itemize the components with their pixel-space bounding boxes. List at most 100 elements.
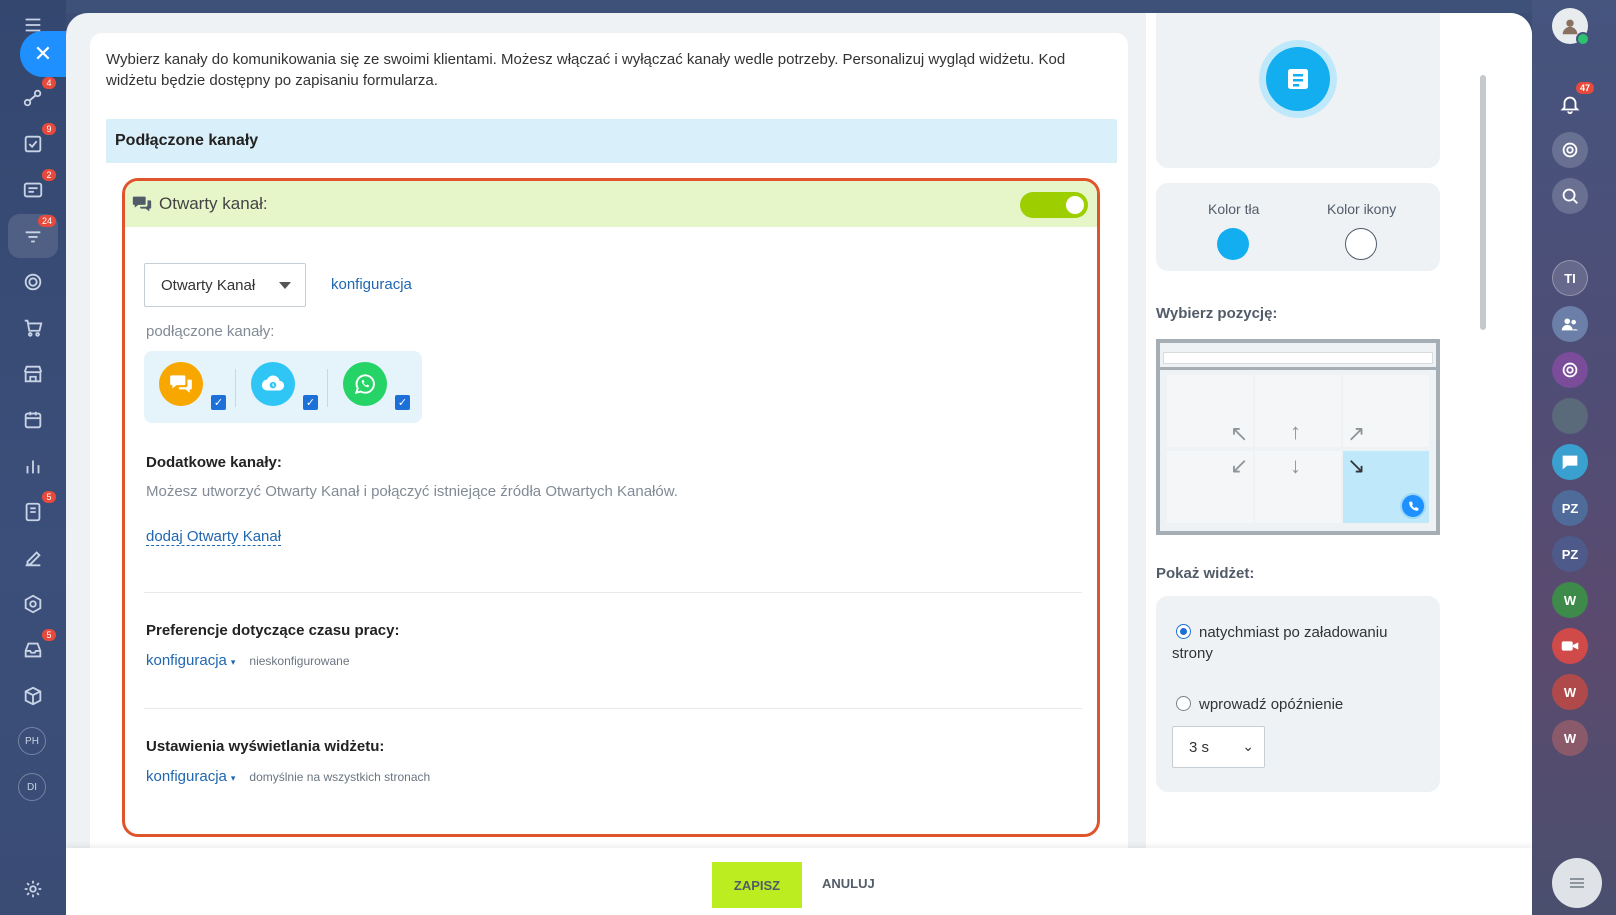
chat-icon[interactable] — [159, 362, 203, 406]
badge: 2 — [42, 169, 56, 181]
sidebar-avatar[interactable]: PH — [18, 727, 46, 755]
mini-widget-phone-icon — [1400, 493, 1426, 519]
user-avatar[interactable] — [1552, 8, 1590, 46]
delay-select-value: 3 s — [1189, 739, 1210, 756]
channel-checkbox-cloud[interactable]: ✓ — [303, 395, 318, 410]
open-channel-title: Otwarty kanał: — [159, 194, 268, 213]
icon-color-swatch[interactable] — [1345, 228, 1377, 260]
divider — [144, 592, 1082, 593]
top-strip — [66, 0, 1532, 13]
position-picker: ↖ ↑ ↗ ↙ ↓ ↘ — [1156, 339, 1440, 535]
divider — [144, 708, 1082, 709]
sign-icon[interactable] — [18, 543, 48, 573]
position-title: Wybierz pozycję: — [1156, 305, 1278, 322]
open-channel-header: Otwarty kanał: — [125, 181, 1097, 227]
divider — [235, 369, 236, 407]
sidebar-item-inbox[interactable]: 5 — [18, 629, 56, 665]
arrow-down-left-icon: ↙ — [1230, 453, 1249, 478]
intro-text: Wybierz kanały do komunikowania się ze s… — [106, 51, 1066, 89]
channel-checkbox-chat[interactable]: ✓ — [211, 395, 226, 410]
help-menu-button[interactable] — [1552, 858, 1602, 908]
contact-avatar[interactable]: TI — [1552, 260, 1588, 296]
dropdown-arrow-icon[interactable]: ▾ — [231, 773, 236, 784]
store-icon[interactable] — [18, 359, 48, 389]
arrow-up-left-icon: ↖ — [1230, 421, 1249, 446]
cloud-icon[interactable] — [251, 362, 295, 406]
open-channel-toggle[interactable] — [1020, 192, 1088, 218]
search-chat-icon[interactable] — [1552, 178, 1588, 214]
scrollbar[interactable] — [1480, 75, 1486, 330]
open-channel-select[interactable]: Otwarty Kanał — [144, 263, 306, 307]
arrow-down-right-icon: ↘ — [1347, 453, 1366, 478]
badge: 4 — [42, 77, 56, 89]
radio-delay-label[interactable]: wprowadź opóźnienie — [1199, 694, 1343, 715]
display-config-row: konfiguracja ▾ domyślnie na wszystkich s… — [146, 768, 430, 785]
form-icon — [1288, 69, 1308, 89]
close-slider-button[interactable]: ✕ — [20, 31, 66, 77]
whatsapp-icon[interactable] — [343, 362, 387, 406]
hexagon-icon[interactable] — [18, 589, 48, 619]
contact-avatar[interactable]: PZ — [1552, 490, 1588, 526]
chart-icon[interactable] — [18, 451, 48, 481]
cancel-button[interactable]: ANULUJ — [822, 876, 875, 891]
settings-gear-icon[interactable] — [18, 874, 48, 904]
chat-bubbles-icon — [132, 196, 152, 212]
cart-icon[interactable] — [18, 313, 48, 343]
sidebar-item-crm[interactable]: 4 — [18, 77, 56, 113]
show-widget-options: natychmiast po załadowaniu strony wprowa… — [1156, 596, 1440, 792]
widget-preview-column: Kolor tła Kolor ikony Wybierz pozycję: ↖… — [1146, 13, 1532, 915]
chat-icon[interactable] — [1552, 444, 1588, 480]
badge: 5 — [42, 491, 56, 503]
target-icon[interactable] — [18, 267, 48, 297]
sidebar-item-tasks[interactable]: 9 — [18, 123, 56, 159]
additional-channels-title: Dodatkowe kanały: — [146, 454, 282, 471]
close-icon: ✕ — [33, 41, 53, 66]
box-icon[interactable] — [18, 681, 48, 711]
footer-bar: ZAPISZ ANULUJ — [66, 848, 1532, 915]
show-widget-title: Pokaż widżet: — [1156, 565, 1255, 582]
save-button[interactable]: ZAPISZ — [712, 862, 802, 908]
contact-avatar[interactable]: PZ — [1552, 536, 1588, 572]
bg-color-swatch[interactable] — [1217, 228, 1249, 260]
radio-immediate-label[interactable]: natychmiast po załadowaniu strony — [1172, 622, 1412, 664]
contact-avatar[interactable]: W — [1552, 674, 1588, 710]
badge: 24 — [37, 215, 56, 227]
widget-bubble — [1259, 40, 1337, 118]
list-icon — [1570, 878, 1584, 888]
work-time-title: Preferencje dotyczące czasu pracy: — [146, 622, 400, 639]
badge: 5 — [42, 629, 56, 641]
additional-channels-desc: Możesz utworzyć Otwarty Kanał i połączyć… — [146, 483, 678, 500]
contact-avatar[interactable]: W — [1552, 720, 1588, 756]
dropdown-arrow-icon[interactable]: ▾ — [231, 657, 236, 668]
work-time-status: nieskonfigurowane — [249, 654, 350, 668]
main-card: Wybierz kanały do komunikowania się ze s… — [90, 33, 1128, 863]
sidebar-item-contact-center[interactable]: 24 — [18, 215, 56, 251]
display-status: domyślnie na wszystkich stronach — [249, 770, 431, 784]
group-photo-avatar[interactable] — [1552, 398, 1588, 434]
online-status-icon — [1576, 32, 1590, 46]
video-icon[interactable] — [1552, 628, 1588, 664]
browser-bar-line — [1160, 367, 1436, 370]
calendar-icon[interactable] — [18, 405, 48, 435]
work-time-config-row: konfiguracja ▾ nieskonfigurowane — [146, 652, 350, 669]
display-config-link[interactable]: konfiguracja — [146, 768, 227, 785]
spiral-icon[interactable] — [1552, 132, 1588, 168]
delay-select[interactable]: 3 s ⌄ — [1172, 726, 1265, 768]
radio-delay[interactable] — [1176, 696, 1191, 711]
openline-icon[interactable] — [1552, 352, 1588, 388]
sidebar-item-documents[interactable]: 5 — [18, 491, 56, 527]
right-sidebar: 47 TI PZ PZ W W W — [1532, 0, 1616, 915]
channel-checkbox-whatsapp[interactable]: ✓ — [395, 395, 410, 410]
sidebar-avatar[interactable]: DI — [18, 773, 46, 801]
contact-avatar[interactable]: W — [1552, 582, 1588, 618]
work-time-config-link[interactable]: konfiguracja — [146, 652, 227, 669]
display-settings-title: Ustawienia wyświetlania widżetu: — [146, 738, 385, 755]
open-channel-block: Otwarty kanał: Otwarty Kanał konfiguracj… — [122, 178, 1100, 837]
sidebar-item-feed[interactable]: 2 — [18, 169, 56, 205]
add-open-channel-link[interactable]: dodaj Otwarty Kanał — [146, 528, 282, 546]
group-icon[interactable] — [1552, 306, 1588, 342]
open-channel-config-link[interactable]: konfiguracja — [331, 276, 412, 293]
notifications-bell-icon[interactable]: 47 — [1552, 82, 1594, 122]
connected-channels-header: Podłączone kanały — [106, 119, 1117, 163]
widget-preview — [1156, 13, 1440, 168]
